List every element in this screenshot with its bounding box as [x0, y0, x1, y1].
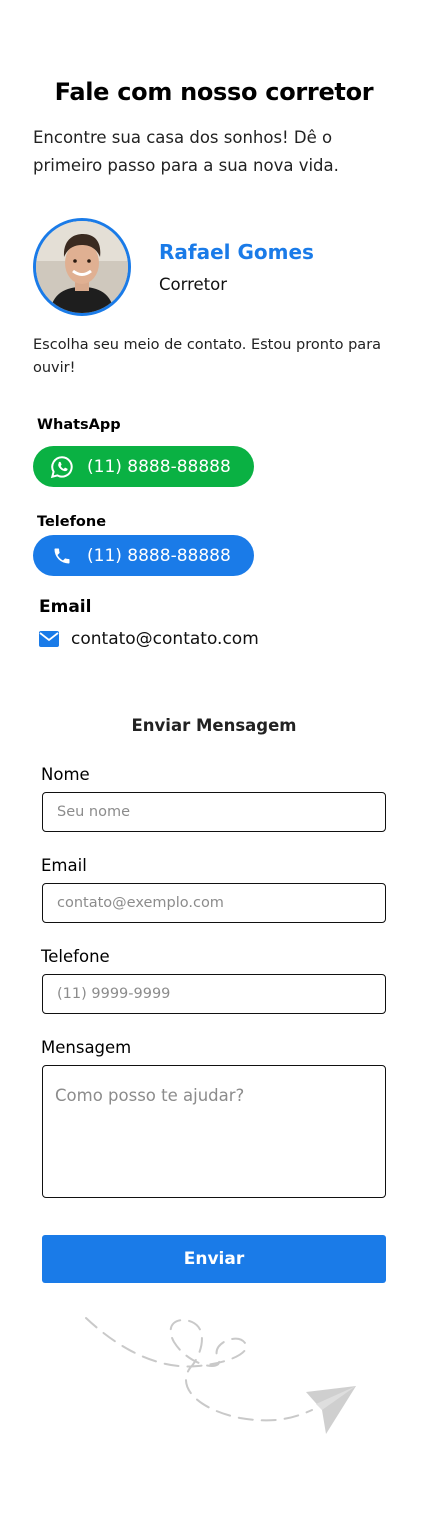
email-value: contato@contato.com	[71, 629, 259, 649]
whatsapp-number: (11) 8888-88888	[87, 456, 231, 477]
paper-plane-icon	[85, 1317, 356, 1434]
intro-text: Encontre sua casa dos sonhos! Dê o prime…	[33, 128, 339, 175]
phone-input[interactable]	[42, 974, 386, 1014]
form-title: Enviar Mensagem	[131, 716, 297, 735]
person-photo-icon	[36, 221, 128, 313]
whatsapp-button[interactable]: (11) 8888-88888	[33, 446, 254, 487]
phone-field-label: Telefone	[41, 947, 110, 966]
envelope-icon	[39, 631, 59, 647]
agent-name: Rafael Gomes	[159, 240, 314, 264]
whatsapp-icon	[49, 454, 75, 480]
page-title: Fale com nosso corretor	[54, 78, 374, 106]
email-field-label: Email	[41, 856, 87, 875]
agent-avatar	[33, 218, 131, 316]
email-label: Email	[39, 597, 92, 617]
email-input[interactable]	[42, 883, 386, 923]
name-label: Nome	[41, 765, 90, 784]
name-input[interactable]	[42, 792, 386, 832]
email-link[interactable]: contato@contato.com	[39, 629, 259, 649]
phone-label: Telefone	[37, 514, 107, 530]
whatsapp-label: WhatsApp	[37, 417, 121, 433]
phone-button[interactable]: (11) 8888-88888	[33, 535, 254, 576]
phone-number: (11) 8888-88888	[87, 545, 231, 566]
message-label: Mensagem	[41, 1038, 132, 1057]
contact-intro: Escolha seu meio de contato. Estou pront…	[33, 337, 382, 376]
submit-button[interactable]: Enviar	[42, 1235, 386, 1283]
phone-icon	[49, 543, 75, 569]
message-textarea[interactable]	[42, 1065, 386, 1198]
agent-role: Corretor	[159, 275, 228, 294]
